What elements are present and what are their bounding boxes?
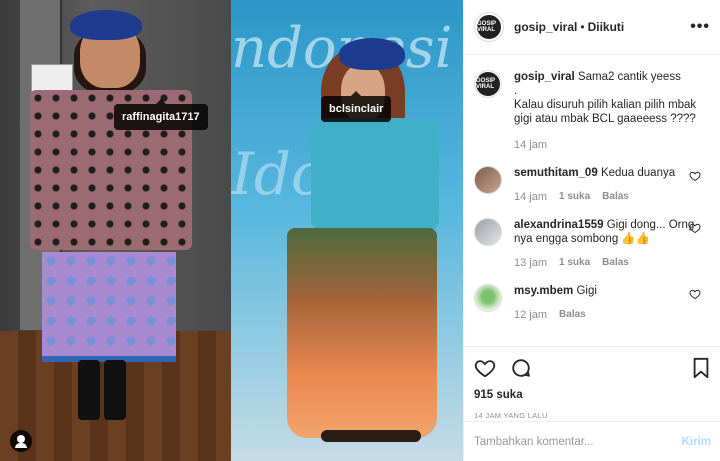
comment-time: 12 jam (514, 309, 548, 321)
velvet-top (311, 118, 439, 230)
action-icons (474, 355, 711, 381)
comment-time: 14 jam (514, 191, 548, 203)
post-comment-button[interactable]: Kirim (682, 436, 711, 448)
heart-icon[interactable] (474, 357, 496, 379)
avatar[interactable] (474, 218, 502, 246)
avatar[interactable]: GOSIP VIRAL (474, 70, 502, 98)
separator: • (580, 20, 585, 34)
comment-item: msy.mbem Gigi 12 jam Balas (474, 284, 711, 322)
caption-text: Kalau disuruh pilih kalian pilih mbak gi… (514, 99, 697, 125)
reply-button[interactable]: Balas (602, 256, 629, 270)
comment-icon[interactable] (510, 357, 532, 379)
comment-item: alexandrina1559 Gigi dong... Orng nya en… (474, 218, 711, 270)
bookmark-icon[interactable] (691, 357, 711, 379)
post-header: GOSIP VIRAL gosip_viral • Diikuti ••• (464, 0, 720, 55)
comment-likes[interactable]: 1 suka (559, 256, 590, 270)
comment-username[interactable]: semuthitam_09 (514, 167, 598, 179)
post-sidebar: GOSIP VIRAL gosip_viral • Diikuti ••• GO… (463, 0, 720, 461)
comments-list[interactable]: GOSIP VIRAL gosip_viral Sama2 cantik yee… (464, 56, 720, 346)
heart-icon[interactable] (689, 222, 701, 234)
caption-username[interactable]: gosip_viral (514, 71, 575, 83)
comment-text: Gigi (576, 285, 597, 297)
add-comment-bar: Kirim (464, 421, 720, 461)
avatar[interactable] (474, 284, 502, 312)
heart-icon[interactable] (689, 170, 701, 182)
door-sign (31, 64, 73, 92)
caption-time: 14 jam (514, 139, 548, 151)
avatar[interactable] (474, 166, 502, 194)
follow-status-button[interactable]: Diikuti (588, 20, 625, 34)
post-photo[interactable]: ndonesi Ido raffinagita1717 bclsinclair (0, 0, 463, 461)
post-actions: 915 suka 14 JAM YANG LALU (464, 346, 720, 420)
avatar-logo: GOSIP VIRAL (477, 15, 501, 39)
comment-input[interactable] (474, 435, 682, 448)
post-timestamp: 14 JAM YANG LALU (474, 411, 548, 420)
boot-left (78, 360, 100, 420)
comment-text: Kedua duanya (600, 167, 676, 179)
caption-text: . (514, 85, 518, 97)
right-photo: ndonesi Ido (231, 0, 463, 461)
left-photo (0, 0, 231, 461)
caption-text: Sama2 cantik yeess (577, 71, 681, 83)
boot-right (104, 360, 126, 420)
caption: GOSIP VIRAL gosip_viral Sama2 cantik yee… (474, 70, 711, 152)
shoes (321, 430, 421, 442)
comment-likes[interactable]: 1 suka (559, 190, 590, 204)
reply-button[interactable]: Balas (559, 308, 586, 322)
user-tag[interactable]: bclsinclair (321, 91, 392, 122)
beret (339, 38, 405, 70)
comment-username[interactable]: alexandrina1559 (514, 219, 604, 231)
more-icon[interactable]: ••• (690, 18, 710, 36)
header-username[interactable]: gosip_viral (514, 20, 577, 34)
avatar[interactable]: GOSIP VIRAL (474, 12, 504, 42)
reply-button[interactable]: Balas (602, 190, 629, 204)
comment-item: semuthitam_09 Kedua duanya 14 jam 1 suka… (474, 166, 711, 204)
floral-skirt (287, 228, 437, 438)
user-tag[interactable]: raffinagita1717 (114, 99, 208, 130)
like-count[interactable]: 915 suka (474, 389, 711, 401)
user-tag-icon[interactable] (10, 430, 32, 452)
avatar-logo: GOSIP VIRAL (476, 72, 500, 96)
beret (70, 10, 142, 40)
comment-username[interactable]: msy.mbem (514, 285, 573, 297)
comment-time: 13 jam (514, 257, 548, 269)
patterned-skirt (42, 252, 176, 362)
heart-icon[interactable] (689, 288, 701, 300)
